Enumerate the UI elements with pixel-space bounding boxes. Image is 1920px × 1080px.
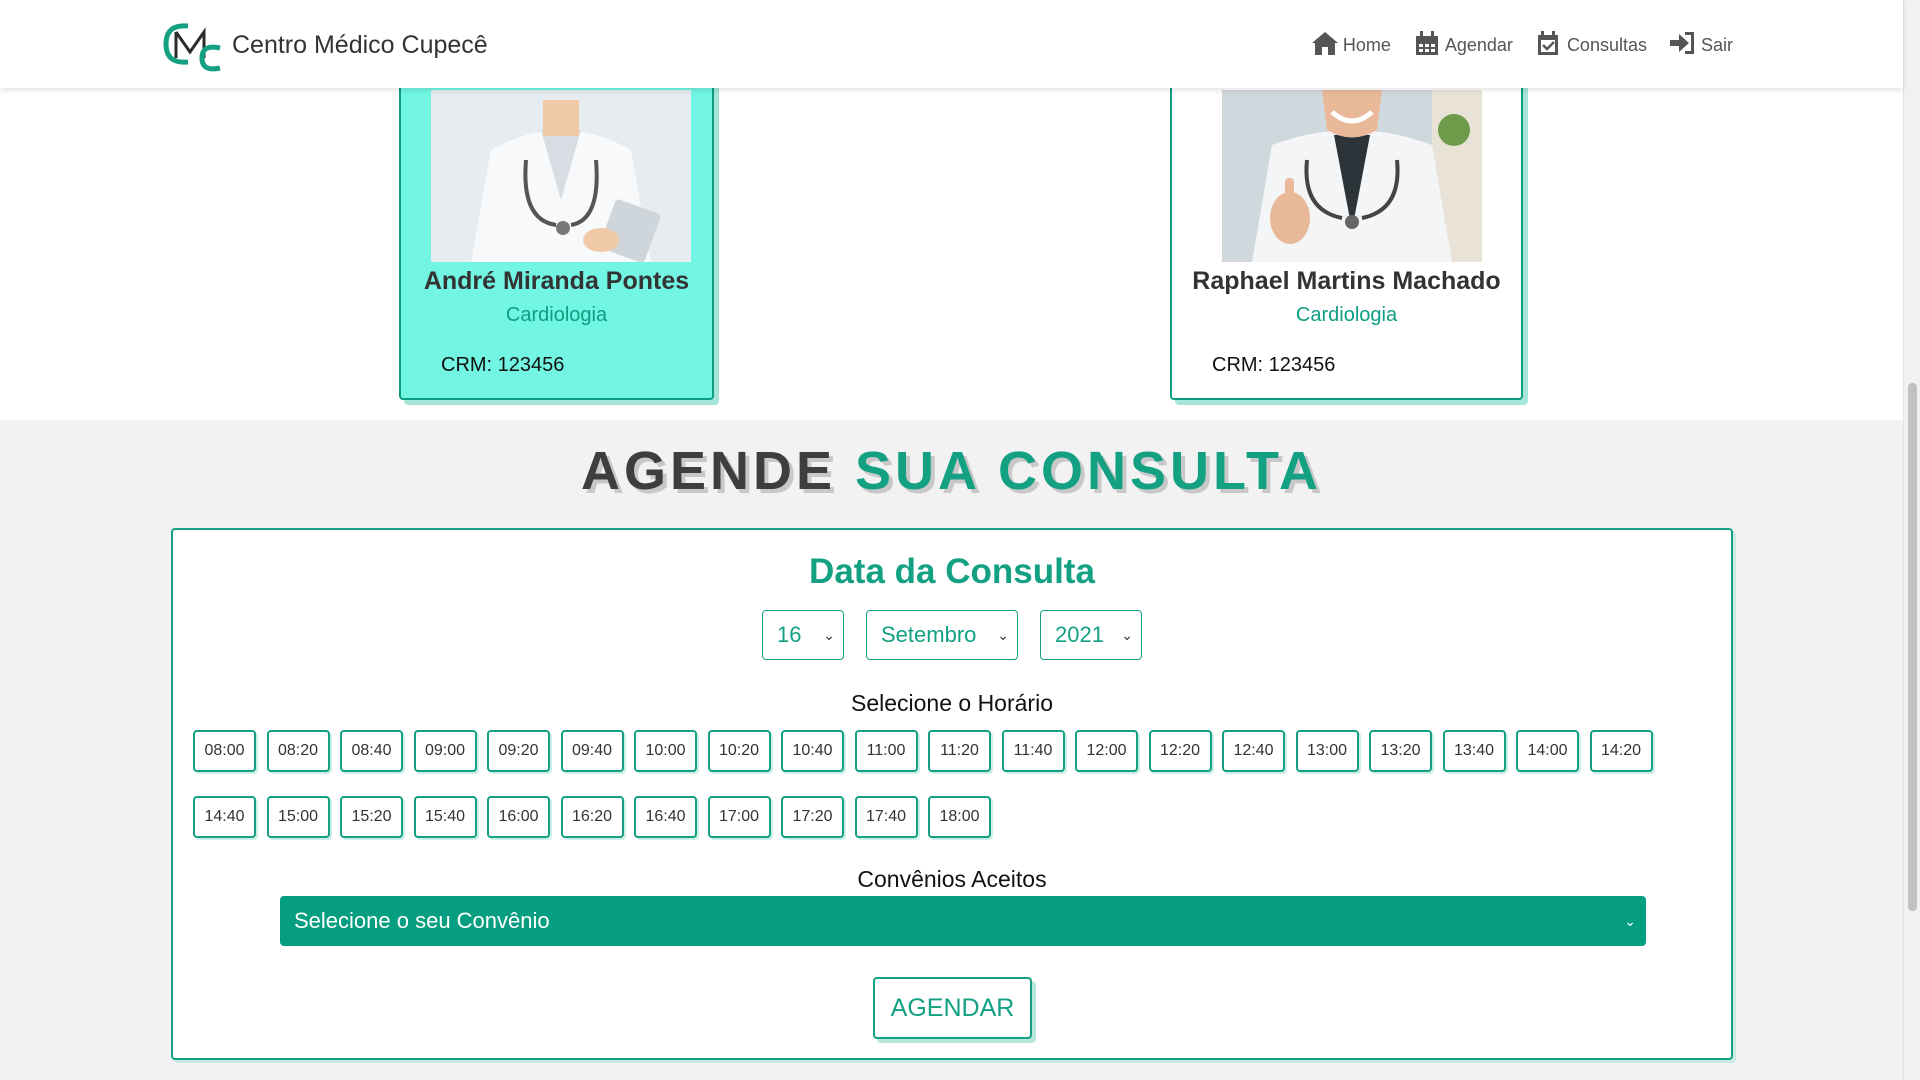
time-slot-button[interactable]: 15:20 bbox=[340, 796, 403, 838]
nav-label: Home bbox=[1342, 35, 1391, 55]
time-slot-button[interactable]: 12:20 bbox=[1148, 730, 1212, 772]
time-slot-button[interactable]: 13:20 bbox=[1369, 730, 1432, 772]
home-icon bbox=[1311, 32, 1338, 55]
scrollbar-thumb[interactable] bbox=[1908, 383, 1917, 911]
time-label: Selecione o Horário bbox=[850, 690, 1053, 716]
doctor-name: Raphael Martins Machado bbox=[1192, 267, 1501, 295]
year-value: 2021 bbox=[1055, 622, 1104, 647]
doctor-photo bbox=[431, 90, 691, 262]
section-title: AGENDE SUA CONSULTA bbox=[0, 440, 1903, 502]
nav-home[interactable]: Home bbox=[1311, 30, 1391, 56]
time-slot-button[interactable]: 14:40 bbox=[193, 796, 256, 838]
nav-consultas[interactable]: Consultas bbox=[1535, 30, 1647, 56]
convenio-placeholder: Selecione o seu Convênio bbox=[294, 908, 550, 933]
calendar-icon bbox=[1415, 31, 1438, 55]
time-slot-button[interactable]: 12:40 bbox=[1222, 730, 1285, 772]
chevron-down-icon: ⌄ bbox=[823, 626, 835, 643]
date-title: Data da Consulta bbox=[809, 552, 1095, 591]
main-nav: Home Agendar Consultas Sair bbox=[1311, 30, 1733, 56]
time-slot-button[interactable]: 18:00 bbox=[928, 796, 991, 838]
time-slot-button[interactable]: 08:00 bbox=[193, 730, 256, 772]
scrollbar[interactable] bbox=[1903, 0, 1920, 1080]
doctor-card-andre[interactable]: André Miranda Pontes Cardiologia CRM: 12… bbox=[399, 40, 714, 400]
agendar-button[interactable]: AGENDAR bbox=[873, 977, 1032, 1039]
time-slot-button[interactable]: 15:00 bbox=[266, 796, 330, 838]
appointment-form: Data da Consulta 16 ⌄ Setembro ⌄ 2021 ⌄ … bbox=[171, 528, 1733, 1060]
time-slot-button[interactable]: 13:40 bbox=[1442, 730, 1506, 772]
calendar-check-icon bbox=[1537, 31, 1558, 55]
date-selects: 16 ⌄ Setembro ⌄ 2021 ⌄ bbox=[173, 610, 1731, 660]
time-slot-button[interactable]: 10:40 bbox=[781, 730, 844, 772]
time-slot-button[interactable]: 09:40 bbox=[560, 730, 624, 772]
title-part2: SUA CONSULTA bbox=[855, 441, 1323, 501]
month-value: Setembro bbox=[881, 622, 977, 647]
navbar: Centro Médico Cupecê Home Agendar Consul… bbox=[0, 0, 1903, 88]
brand-name: Centro Médico Cupecê bbox=[232, 30, 488, 59]
time-slot-button[interactable]: 17:00 bbox=[707, 796, 771, 838]
time-slot-button[interactable]: 08:20 bbox=[266, 730, 330, 772]
day-value: 16 bbox=[777, 622, 802, 647]
time-slot-button[interactable]: 11:00 bbox=[854, 730, 918, 772]
time-slot-button[interactable]: 16:00 bbox=[487, 796, 550, 838]
time-slot-button[interactable]: 17:20 bbox=[781, 796, 844, 838]
time-slot-button[interactable]: 08:40 bbox=[340, 730, 403, 772]
time-slot-button[interactable]: 10:00 bbox=[634, 730, 697, 772]
nav-label: Consultas bbox=[1566, 35, 1647, 55]
time-slot-button[interactable]: 12:00 bbox=[1075, 730, 1138, 772]
doctor-crm: CRM: 123456 bbox=[1212, 354, 1336, 376]
time-slot-button[interactable]: 16:20 bbox=[560, 796, 624, 838]
time-slot-button[interactable]: 16:40 bbox=[634, 796, 697, 838]
time-slot-button[interactable]: 09:00 bbox=[413, 730, 477, 772]
year-select[interactable]: 2021 ⌄ bbox=[1040, 610, 1142, 660]
doctor-specialty: Cardiologia bbox=[1295, 304, 1398, 326]
nav-label: Agendar bbox=[1444, 35, 1513, 55]
doctor-name: André Miranda Pontes bbox=[423, 267, 690, 295]
nav-label: Sair bbox=[1700, 35, 1733, 55]
time-slot-button[interactable]: 09:20 bbox=[487, 730, 550, 772]
chevron-down-icon: ⌄ bbox=[1121, 626, 1133, 643]
time-slot-button[interactable]: 10:20 bbox=[707, 730, 771, 772]
time-slot-button[interactable]: 14:20 bbox=[1589, 730, 1653, 772]
convenio-select[interactable]: Selecione o seu Convênio ⌄ bbox=[280, 896, 1646, 946]
time-slot-button[interactable]: 13:00 bbox=[1295, 730, 1359, 772]
chevron-down-icon: ⌄ bbox=[1624, 912, 1636, 929]
time-slot-button[interactable]: 17:40 bbox=[854, 796, 918, 838]
title-part1: AGENDE bbox=[580, 441, 837, 501]
chevron-down-icon: ⌄ bbox=[997, 626, 1009, 643]
day-select[interactable]: 16 ⌄ bbox=[762, 610, 844, 660]
brand[interactable]: Centro Médico Cupecê bbox=[160, 18, 488, 72]
doctor-specialty: Cardiologia bbox=[505, 304, 608, 326]
nav-sair[interactable]: Sair bbox=[1669, 30, 1733, 56]
time-slot-button[interactable]: 11:20 bbox=[928, 730, 991, 772]
time-slot-button[interactable]: 14:00 bbox=[1516, 730, 1579, 772]
doctor-card-raphael[interactable]: Raphael Martins Machado Cardiologia CRM:… bbox=[1170, 40, 1523, 400]
month-select[interactable]: Setembro ⌄ bbox=[866, 610, 1018, 660]
time-slots: 08:00 08:20 08:40 09:00 09:20 09:40 10:00 10:20… bbox=[193, 730, 1715, 838]
doctor-photo bbox=[1222, 90, 1482, 262]
doctor-crm: CRM: 123456 bbox=[441, 354, 565, 376]
time-slot-button[interactable]: 11:40 bbox=[1001, 730, 1065, 772]
nav-agendar[interactable]: Agendar bbox=[1413, 30, 1513, 56]
time-slot-button[interactable]: 15:40 bbox=[413, 796, 477, 838]
convenio-label: Convênios Aceitos bbox=[857, 866, 1047, 892]
cmc-logo-icon bbox=[163, 23, 221, 72]
sign-in-icon bbox=[1669, 32, 1694, 54]
